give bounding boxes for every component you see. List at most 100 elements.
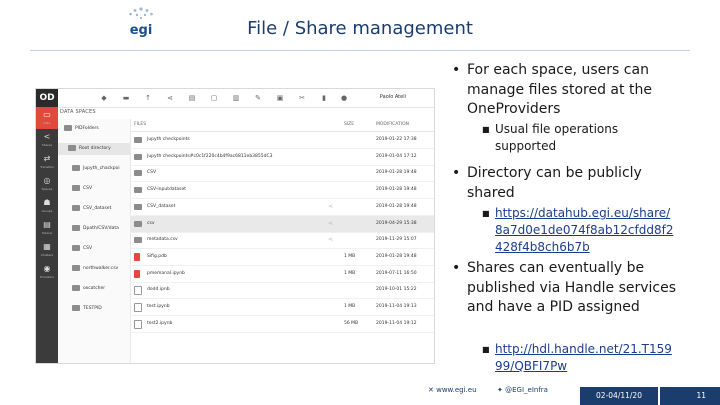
bullet-1: • For each space, users can manage files… xyxy=(452,62,652,117)
sub-bullet-3: ■ http://hdl.handle.net/21.T15999/QBFI7P… xyxy=(482,341,675,375)
footer-website[interactable]: ✕ www.egi.eu xyxy=(428,386,477,394)
file-name: Jupyth checkpoints xyxy=(147,137,190,142)
col-modification: MODIFICATION xyxy=(376,122,409,127)
tree-item[interactable]: CSV xyxy=(58,243,130,255)
folder-icon xyxy=(134,203,142,210)
spaces-icon: ◎ xyxy=(43,176,51,185)
folder-icon xyxy=(72,284,80,291)
file-icon xyxy=(134,286,142,296)
tree-item[interactable]: Root directory xyxy=(58,143,130,155)
file-row[interactable]: dodd.ipnb 2019-10-01 15:22 xyxy=(130,282,434,300)
file-row[interactable]: test2.ipynb 56 MB 2019-11-04 19:12 xyxy=(130,316,434,333)
file-name: dodd.ipnb xyxy=(147,287,170,293)
share-link[interactable]: https://datahub.egi.eu/share/8a7d0e1de07… xyxy=(495,206,673,254)
tree-item[interactable]: Dpath/CSV/data xyxy=(58,223,130,235)
file-modified: 2019-11-29 15:07 xyxy=(376,237,417,243)
onedata-logo: OD xyxy=(36,89,58,107)
bullet-square: ■ xyxy=(482,209,490,218)
tree-item[interactable]: northwalker.csv xyxy=(58,263,130,275)
rail-item-data[interactable]: ▭ Data xyxy=(36,107,58,129)
share-icon[interactable]: ⋖ xyxy=(166,94,174,102)
bullet-dot: • xyxy=(452,260,461,276)
distribution-icon[interactable]: ▥ xyxy=(232,94,240,102)
breadcrumb: DATA SPACES xyxy=(60,109,96,115)
bullet-square: ■ xyxy=(482,345,490,354)
file-row[interactable]: metadata.csv ⋖ 2019-11-29 15:07 xyxy=(130,232,434,250)
file-row[interactable]: pmemanal.ipynb 1 MB 2019-07-11 16:50 xyxy=(130,266,434,283)
upload-icon[interactable]: ↑ xyxy=(144,94,152,102)
col-files: FILES xyxy=(134,122,147,127)
tokens-icon: ▤ xyxy=(43,220,51,229)
file-name: CSV-inputdataset xyxy=(147,187,187,193)
rail-item-clusters[interactable]: ▦ Clusters xyxy=(36,239,58,261)
footer-date: 02-04/11/20 xyxy=(580,387,658,405)
web-icon: ✕ xyxy=(428,386,434,394)
file-list-header: FILES SIZE MODIFICATION xyxy=(130,119,434,132)
file-row[interactable]: CSV 2019-01-28 19:48 xyxy=(130,165,434,183)
bullet-dot: • xyxy=(452,62,461,78)
rename-icon[interactable]: ✎ xyxy=(254,94,262,102)
file-name: csv xyxy=(147,220,155,226)
folder-icon xyxy=(72,184,80,191)
bullet-dot: • xyxy=(452,165,461,181)
providers-icon: ◉ xyxy=(43,264,51,273)
user-icon[interactable]: ● xyxy=(340,94,348,102)
delete-icon[interactable]: ▮ xyxy=(320,94,328,102)
file-row[interactable]: Sifig.pdb 1 MB 2019-01-28 19:48 xyxy=(130,249,434,266)
transfers-icon: ⇄ xyxy=(43,154,51,163)
file-modified: 2019-01-28 19:48 xyxy=(376,170,417,176)
col-size: SIZE xyxy=(344,122,355,127)
file-modified: 2019-01-28 19:48 xyxy=(376,203,417,209)
rail-item-spaces[interactable]: ◎ Spaces xyxy=(36,173,58,195)
user-name[interactable]: Paolo Ateli xyxy=(380,94,406,100)
rail-item-groups[interactable]: ☗ Groups xyxy=(36,195,58,217)
metadata-icon[interactable]: ▤ xyxy=(188,94,196,102)
file-name: CSV xyxy=(147,170,157,176)
datahub-screenshot: OD ◆ ▬ ↑ ⋖ ▤ ▢ ▥ ✎ ▣ ✂ ▮ ● Paolo Ateli D… xyxy=(35,88,435,364)
folder-icon xyxy=(72,204,80,211)
folder-icon[interactable]: ▬ xyxy=(122,94,130,102)
file-icon xyxy=(134,303,142,312)
file-list: FILES SIZE MODIFICATION Jupyth checkpoin… xyxy=(130,119,434,363)
rail-item-providers[interactable]: ◉ Providers xyxy=(36,261,58,283)
file-name: test2.ipynb xyxy=(147,320,173,326)
file-row[interactable]: Jupyth checkpoints#c0c1f220c4b4f9ac6811e… xyxy=(130,149,434,166)
tree-item[interactable]: PIDFolders xyxy=(58,123,130,135)
rail-item-shares[interactable]: < Shares xyxy=(36,129,58,151)
tree-item[interactable]: Jupyth_chackpoi xyxy=(58,163,130,175)
folder-icon xyxy=(134,137,142,143)
file-modified: 2019-01-04 17:12 xyxy=(376,153,417,159)
copy-icon[interactable]: ▣ xyxy=(276,94,284,102)
file-name: test.ipynb xyxy=(147,304,170,309)
permissions-icon[interactable]: ▢ xyxy=(210,94,218,102)
footer-twitter[interactable]: ✦ @EGI_eInfra xyxy=(497,386,548,394)
rail-item-transfers[interactable]: ⇄ Transfers xyxy=(36,151,58,173)
handle-link[interactable]: http://hdl.handle.net/21.T15999/QBFI7Pw xyxy=(495,342,672,373)
file-row[interactable]: csv ⋖ 2019-04-29 15:38 xyxy=(130,215,434,233)
tree-item[interactable]: CSV xyxy=(58,183,130,195)
folder-icon xyxy=(72,244,80,251)
shared-icon: ⋖ xyxy=(328,219,334,227)
folder-icon xyxy=(134,237,142,244)
file-row[interactable]: test.ipynb 1 MB 2019-11-04 19:13 xyxy=(130,299,434,316)
back-icon[interactable]: ◆ xyxy=(100,94,108,102)
file-row[interactable]: CSV-inputdataset 2019-01-28 19:48 xyxy=(130,182,434,200)
file-name: Sifig.pdb xyxy=(147,253,167,259)
file-row[interactable]: Jupyth checkpoints 2019-01-22 17:38 xyxy=(130,132,434,149)
tree-item[interactable]: TESTPID xyxy=(58,303,130,315)
folder-icon xyxy=(134,187,142,194)
cloud-icon xyxy=(64,124,72,131)
file-name: Jupyth checkpoints#c0c1f220c4b4f9ac6811e… xyxy=(147,153,273,159)
file-icon xyxy=(134,319,142,329)
tree-item[interactable]: CSV_dataset xyxy=(58,203,130,215)
shared-icon: ⋖ xyxy=(328,202,334,210)
app-toolbar: OD ◆ ▬ ↑ ⋖ ▤ ▢ ▥ ✎ ▣ ✂ ▮ ● Paolo Ateli xyxy=(36,89,434,108)
rail-item-tokens[interactable]: ▤ Tokens xyxy=(36,217,58,239)
file-row[interactable]: CSV_dataset ⋖ 2019-01-28 19:48 xyxy=(130,199,434,216)
file-modified: 2019-01-22 17:38 xyxy=(376,137,417,142)
groups-icon: ☗ xyxy=(43,198,51,207)
tree-item[interactable]: oxcatcher xyxy=(58,283,130,295)
title-divider xyxy=(30,50,690,51)
clusters-icon: ▦ xyxy=(43,242,51,251)
cut-icon[interactable]: ✂ xyxy=(298,94,306,102)
